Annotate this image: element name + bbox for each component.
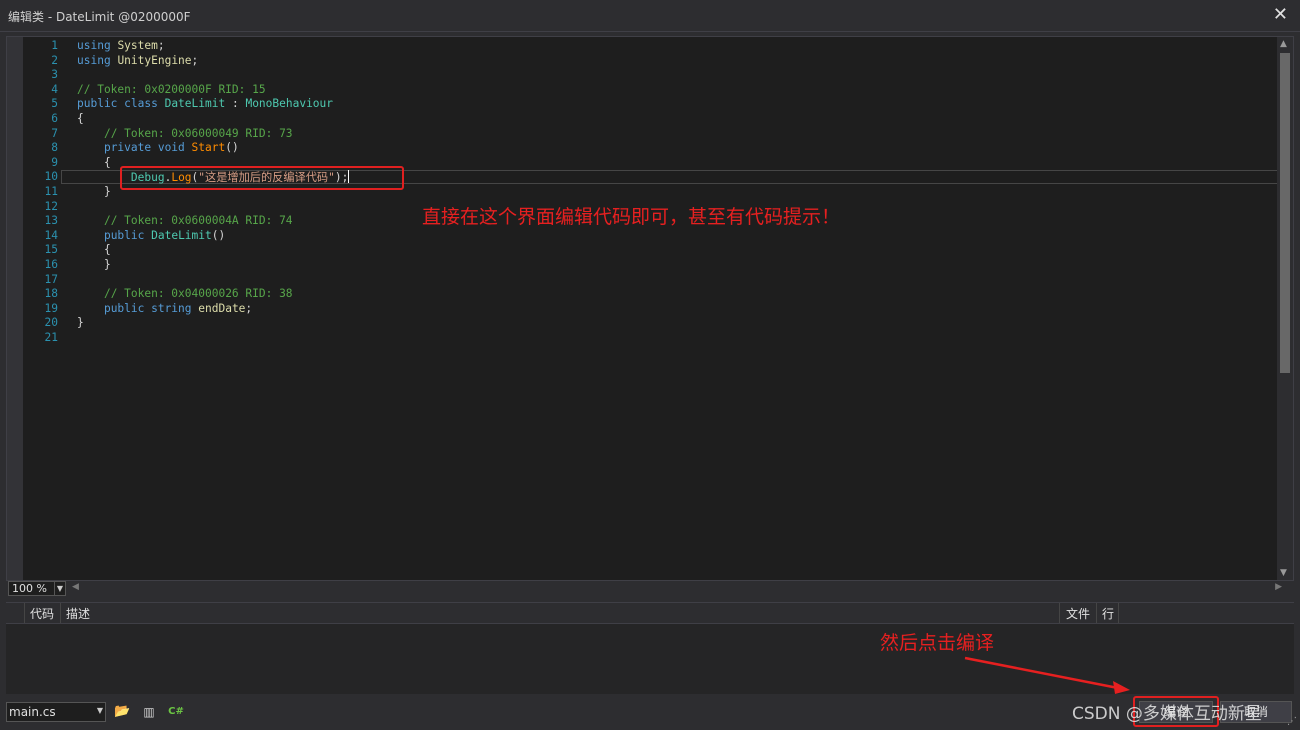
line-number: 2 — [51, 53, 58, 67]
editor-margin — [7, 37, 23, 580]
line-text[interactable]: public DateLimit() — [77, 229, 225, 244]
line-text[interactable]: // Token: 0x0200000F RID: 15 — [77, 83, 266, 98]
line-number: 3 — [51, 68, 58, 82]
line-text[interactable]: } — [77, 316, 84, 331]
line-number: 14 — [44, 228, 58, 242]
code-line[interactable]: 1 using System; — [23, 39, 1275, 54]
line-text[interactable]: using System; — [77, 39, 165, 54]
line-text[interactable]: // Token: 0x04000026 RID: 38 — [77, 287, 293, 302]
line-number: 18 — [44, 287, 58, 301]
zoom-select[interactable]: 100 % ▼ — [8, 581, 66, 596]
chevron-down-icon[interactable]: ▼ — [53, 582, 63, 595]
window-title: 编辑类 - DateLimit @0200000F — [8, 10, 191, 24]
line-text[interactable]: } — [77, 185, 111, 200]
code-line[interactable]: 14 public DateLimit() — [23, 229, 1275, 244]
code-line[interactable]: 4 // Token: 0x0200000F RID: 15 — [23, 83, 1275, 98]
code-lines[interactable]: 1 using System; 2 using UnityEngine; 3 4 // To… — [23, 39, 1293, 346]
line-number: 1 — [51, 39, 58, 52]
code-line[interactable]: 2 using UnityEngine; — [23, 54, 1275, 69]
code-line[interactable]: 7 // Token: 0x06000049 RID: 73 — [23, 127, 1275, 142]
line-number: 6 — [51, 111, 58, 125]
code-line[interactable]: 20} — [23, 316, 1275, 331]
horizontal-scrollbar[interactable]: ◀ ▶ — [70, 581, 1290, 597]
column-header-file[interactable]: 文件 — [1066, 605, 1090, 622]
annotation-editor-note: 直接在这个界面编辑代码即可，甚至有代码提示！ — [422, 206, 841, 228]
title-bar: 编辑类 - DateLimit @0200000F ✕ — [0, 0, 1300, 32]
file-select[interactable]: main.cs ▼ — [6, 702, 106, 722]
column-separator — [1059, 603, 1060, 623]
line-text[interactable]: } — [77, 258, 111, 273]
scroll-up-icon[interactable]: ▲ — [1280, 39, 1287, 49]
references-icon[interactable]: ▥ — [141, 704, 157, 720]
column-separator — [1096, 603, 1097, 623]
line-number: 9 — [51, 155, 58, 169]
line-number: 8 — [51, 141, 58, 155]
line-text[interactable]: { — [77, 156, 111, 171]
column-separator — [60, 603, 61, 623]
zoom-value: 100 % — [12, 582, 47, 595]
scroll-right-icon[interactable]: ▶ — [1275, 582, 1282, 592]
line-number: 17 — [44, 272, 58, 286]
line-text[interactable]: public class DateLimit : MonoBehaviour — [77, 97, 333, 112]
code-line[interactable]: 18 // Token: 0x04000026 RID: 38 — [23, 287, 1275, 302]
watermark: CSDN @多媒体互动新星 — [1072, 704, 1262, 724]
line-text[interactable]: // Token: 0x0600004A RID: 74 — [77, 214, 293, 229]
code-line[interactable]: 15 { — [23, 243, 1275, 258]
code-line[interactable]: 21 — [23, 331, 1275, 346]
line-text[interactable]: // Token: 0x06000049 RID: 73 — [77, 127, 293, 142]
line-number: 20 — [44, 316, 58, 330]
line-number: 12 — [44, 199, 58, 213]
code-editor[interactable]: 1 using System; 2 using UnityEngine; 3 4 // To… — [6, 36, 1294, 581]
vertical-scrollbar[interactable]: ▲ ▼ — [1277, 37, 1293, 580]
annotation-compile-note: 然后点击编译 — [880, 632, 995, 654]
editor-status-bar: 100 % ▼ ◀ ▶ — [6, 581, 1294, 597]
line-number: 19 — [44, 301, 58, 315]
line-number: 4 — [51, 82, 58, 96]
file-select-value: main.cs — [9, 705, 56, 719]
code-line[interactable]: 5 public class DateLimit : MonoBehaviour — [23, 97, 1275, 112]
code-line[interactable]: 6{ — [23, 112, 1275, 127]
column-header-description[interactable]: 描述 — [66, 605, 90, 622]
scroll-left-icon[interactable]: ◀ — [72, 582, 79, 592]
code-line[interactable]: 16 } — [23, 258, 1275, 273]
highlight-box-edited-line — [120, 166, 404, 190]
code-line[interactable]: 19 public string endDate; — [23, 302, 1275, 317]
line-text[interactable]: { — [77, 243, 111, 258]
column-header-line[interactable]: 行 — [1102, 605, 1114, 622]
line-text[interactable]: { — [77, 112, 84, 127]
scroll-down-icon[interactable]: ▼ — [1280, 568, 1287, 578]
line-text[interactable]: using UnityEngine; — [77, 54, 198, 69]
resize-grip-icon[interactable]: ⋰ — [1287, 716, 1297, 727]
column-separator — [24, 603, 25, 623]
line-number: 13 — [44, 214, 58, 228]
line-number: 7 — [51, 126, 58, 140]
line-number: 16 — [44, 257, 58, 271]
line-text[interactable]: public string endDate; — [77, 302, 252, 317]
line-text[interactable]: private void Start() — [77, 141, 239, 156]
column-separator — [1118, 603, 1119, 623]
line-number: 15 — [44, 243, 58, 257]
error-list-header: 代码 描述 文件 行 — [6, 603, 1294, 624]
line-number: 11 — [44, 184, 58, 198]
error-list-panel: 代码 描述 文件 行 — [6, 602, 1294, 694]
scroll-thumb[interactable] — [1280, 53, 1290, 373]
code-line[interactable]: 8 private void Start() — [23, 141, 1275, 156]
open-folder-icon[interactable]: 📂 — [114, 704, 130, 720]
column-header-code[interactable]: 代码 — [30, 605, 54, 622]
line-number: 5 — [51, 97, 58, 111]
csharp-icon[interactable]: C# — [168, 704, 184, 720]
line-number: 10 — [44, 170, 58, 184]
code-line[interactable]: 17 — [23, 273, 1275, 288]
line-number: 21 — [44, 330, 58, 344]
close-icon[interactable]: ✕ — [1273, 4, 1288, 25]
chevron-down-icon[interactable]: ▼ — [97, 706, 103, 715]
code-line[interactable]: 3 — [23, 68, 1275, 83]
